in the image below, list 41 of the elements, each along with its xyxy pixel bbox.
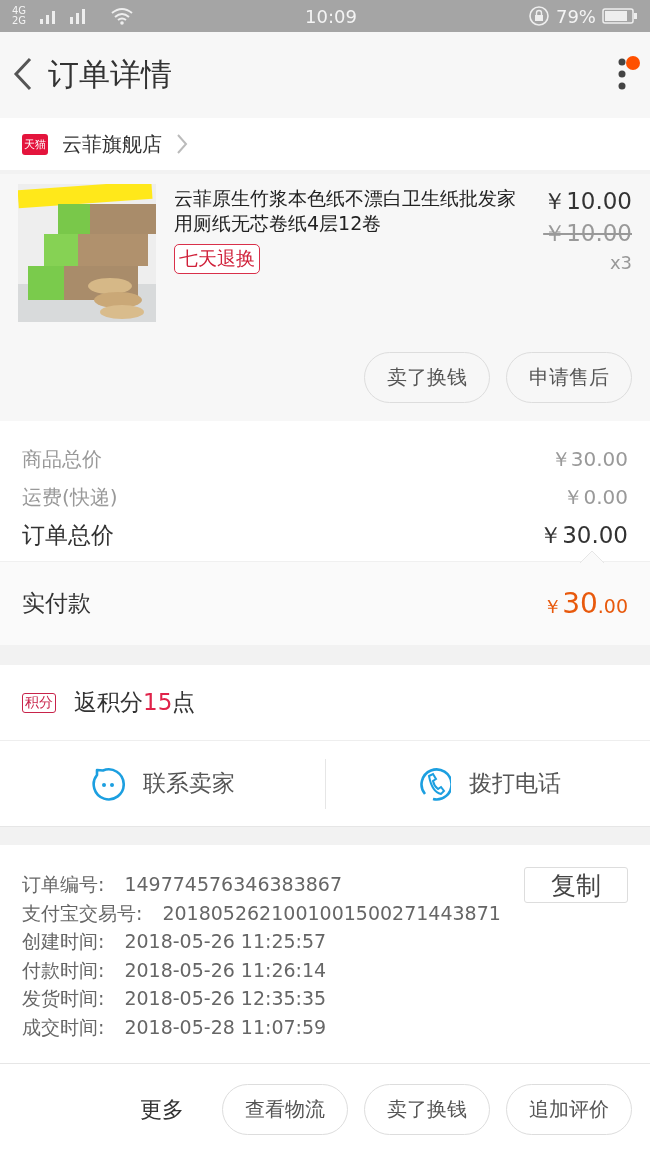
product-title: 云菲原生竹浆本色纸不漂白卫生纸批发家用厕纸无芯卷纸4层12卷: [174, 186, 517, 236]
product-price: ￥10.00: [543, 187, 632, 216]
info-value: 2018-05-26 11:25:57: [124, 929, 327, 954]
summary-label: 运费(快递): [22, 484, 118, 511]
return-policy-tag: 七天退换: [174, 244, 260, 274]
summary-value: ￥0.00: [563, 484, 628, 511]
battery-percent: 79%: [555, 5, 596, 27]
network-label: 4G 2G: [12, 6, 28, 26]
quantity: x3: [609, 252, 632, 273]
summary-value: ￥30.00: [550, 446, 628, 473]
copy-button[interactable]: 复制: [524, 867, 628, 903]
wifi-icon: [110, 7, 134, 25]
page-title: 订单详情: [48, 55, 173, 94]
info-value: 2018-05-26 12:35:35: [124, 986, 327, 1011]
info-label: 成交时间:: [22, 1014, 105, 1040]
smiley-chat-icon: [89, 765, 126, 802]
battery-icon: [602, 7, 638, 25]
chevron-right-icon: [176, 133, 188, 155]
info-value: 2018052621001001500271443871: [162, 900, 501, 926]
summary-value: ￥30.00: [539, 521, 628, 550]
original-price: ￥10.00: [543, 219, 632, 248]
summary-label: 订单总价: [22, 521, 114, 550]
status-time: 10:09: [305, 5, 357, 27]
rotation-lock-icon: [527, 5, 550, 27]
info-label: 付款时间:: [22, 957, 105, 983]
summary-label: 商品总价: [22, 446, 102, 473]
info-label: 创建时间:: [22, 929, 105, 954]
store-badge: 天猫: [22, 133, 48, 155]
vertical-dots-icon: [618, 56, 626, 91]
store-name[interactable]: 云菲旗舰店: [62, 130, 162, 158]
paid-label: 实付款: [22, 589, 91, 618]
info-label: 发货时间:: [22, 986, 105, 1011]
info-label: 订单编号:: [22, 872, 105, 897]
points-text: 返积分15点: [74, 688, 196, 717]
info-label: 支付宝交易号:: [22, 900, 143, 926]
info-value: 2018-05-26 11:26:14: [124, 957, 327, 983]
info-value: 2018-05-28 11:07:59: [124, 1014, 327, 1040]
info-value: 149774576346383867: [124, 872, 342, 897]
more-button[interactable]: 更多: [134, 1093, 190, 1126]
paid-amount: ￥30.00: [543, 587, 628, 620]
points-badge: 积分: [22, 692, 56, 713]
